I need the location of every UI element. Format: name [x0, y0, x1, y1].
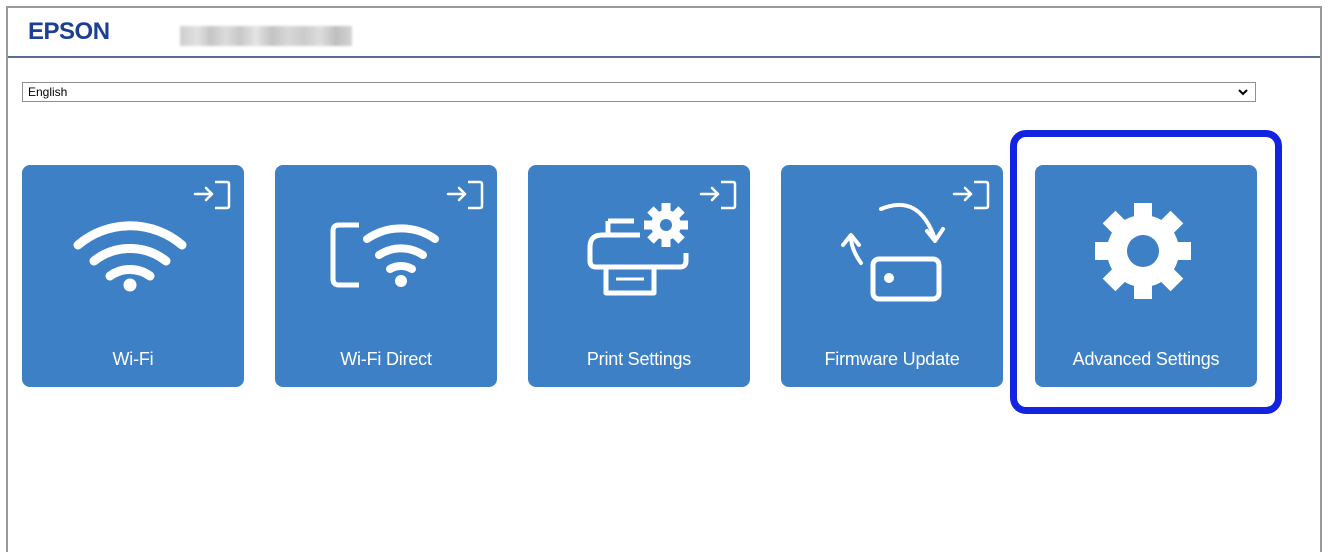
firmware-update-icon [841, 202, 945, 302]
tile-wifi-direct[interactable]: Wi-Fi Direct [275, 165, 497, 387]
header-divider [8, 56, 1320, 58]
highlight-box [1010, 130, 1282, 414]
print-settings-icon [587, 203, 689, 296]
tile-print-settings[interactable]: Print Settings [528, 165, 750, 387]
language-select-value: English [28, 85, 68, 99]
tile-firmware-update[interactable]: Firmware Update [781, 165, 1003, 387]
language-select[interactable]: English [22, 82, 1256, 102]
model-name-redacted [180, 26, 352, 46]
tile-wifi[interactable]: Wi-Fi [22, 165, 244, 387]
tile-label: Wi-Fi [112, 349, 154, 369]
tile-label: Wi-Fi Direct [340, 349, 432, 369]
brand-logo: EPSON [28, 18, 110, 45]
tile-label: Print Settings [586, 349, 692, 369]
wifi-direct-icon [330, 222, 439, 288]
tile-label: Firmware Update [824, 349, 960, 369]
wifi-icon [73, 221, 187, 292]
chevron-down-icon [1238, 89, 1248, 96]
